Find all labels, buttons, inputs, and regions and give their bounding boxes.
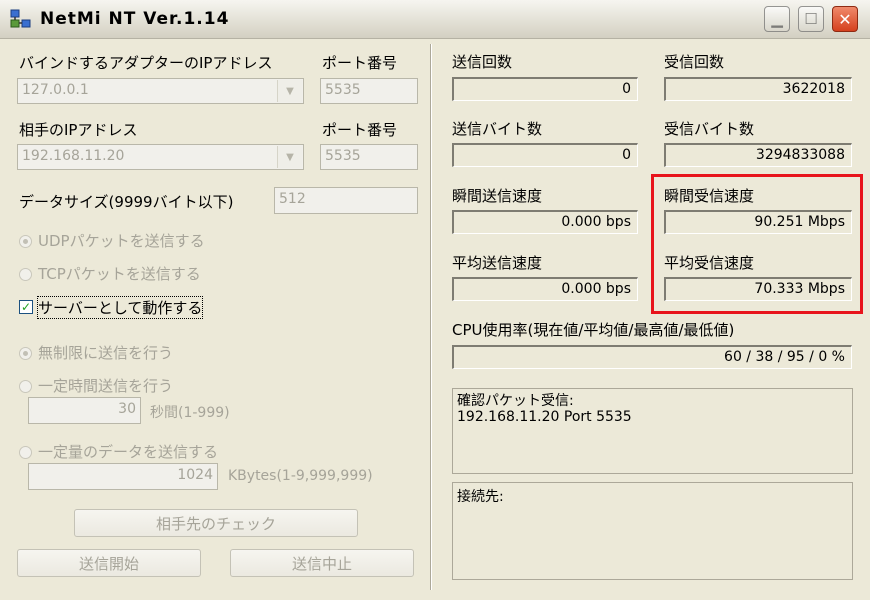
chevron-down-icon[interactable]: ▼ xyxy=(277,80,302,102)
cpu-value: 60 / 38 / 95 / 0 % xyxy=(452,345,852,369)
network-app-icon xyxy=(10,9,31,28)
bind-ip-value: 127.0.0.1 xyxy=(22,82,89,98)
amount-field[interactable]: 1024 xyxy=(28,463,218,490)
close-icon: ✕ xyxy=(838,9,852,29)
bind-ip-combo[interactable]: 127.0.0.1 ▼ xyxy=(17,78,304,104)
pane-divider xyxy=(430,44,432,590)
udp-radio[interactable] xyxy=(19,235,32,248)
tcp-label: TCPパケットを送信する xyxy=(38,265,201,283)
remote-ip-value: 192.168.11.20 xyxy=(22,148,125,164)
port-field-1[interactable]: 5535 xyxy=(320,78,418,104)
confirm-packet-panel: 確認パケット受信: 192.168.11.20 Port 5535 xyxy=(452,388,853,474)
check-remote-button[interactable]: 相手先のチェック xyxy=(74,509,358,537)
server-label: サーバーとして動作する xyxy=(36,296,204,319)
timed-unit: 秒間(1-999) xyxy=(150,405,230,421)
remote-ip-label: 相手のIPアドレス xyxy=(19,121,138,139)
minimize-button[interactable]: ▁ xyxy=(764,6,790,32)
send-start-button[interactable]: 送信開始 xyxy=(17,549,201,577)
app-window: NetMi NT Ver.1.14 ▁ ☐ ✕ バインドするアダプターのIPアド… xyxy=(0,0,870,600)
amount-unit: KBytes(1-9,999,999) xyxy=(228,468,373,484)
inst-send-label: 瞬間送信速度 xyxy=(452,187,543,205)
avg-send-value: 0.000 bps xyxy=(452,277,638,301)
unlimited-label: 無制限に送信を行う xyxy=(38,344,174,362)
tcp-radio[interactable] xyxy=(19,268,32,281)
amount-label: 一定量のデータを送信する xyxy=(38,443,219,461)
recv-bytes-label: 受信バイト数 xyxy=(664,120,755,138)
port-label-1: ポート番号 xyxy=(322,54,398,72)
confirm-packet-text: 確認パケット受信: 192.168.11.20 Port 5535 xyxy=(457,393,632,425)
minimize-icon: ▁ xyxy=(771,10,783,28)
connection-panel: 接続先: xyxy=(452,482,853,580)
amount-radio[interactable] xyxy=(19,446,32,459)
server-checkbox[interactable]: ✓ xyxy=(19,300,33,314)
remote-ip-combo[interactable]: 192.168.11.20 ▼ xyxy=(17,144,304,170)
port-field-2[interactable]: 5535 xyxy=(320,144,418,170)
maximize-button[interactable]: ☐ xyxy=(798,6,824,32)
udp-label: UDPパケットを送信する xyxy=(38,232,205,250)
recv-count-label: 受信回数 xyxy=(664,53,725,71)
datasize-field[interactable]: 512 xyxy=(274,187,418,214)
chevron-down-icon[interactable]: ▼ xyxy=(277,146,302,168)
unlimited-radio[interactable] xyxy=(19,347,32,360)
inst-send-value: 0.000 bps xyxy=(452,210,638,234)
send-bytes-value: 0 xyxy=(452,143,638,167)
timed-field[interactable]: 30 xyxy=(28,397,141,424)
timed-radio[interactable] xyxy=(19,380,32,393)
recv-bytes-value: 3294833088 xyxy=(664,143,852,167)
connection-text: 接続先: xyxy=(457,489,504,505)
checkmark-icon: ✓ xyxy=(20,300,32,314)
cpu-label: CPU使用率(現在値/平均値/最高値/最低値) xyxy=(452,321,735,339)
window-title: NetMi NT Ver.1.14 xyxy=(40,9,230,29)
receive-speed-highlight xyxy=(651,174,863,314)
timed-label: 一定時間送信を行う xyxy=(38,377,174,395)
send-count-label: 送信回数 xyxy=(452,53,513,71)
avg-send-label: 平均送信速度 xyxy=(452,254,543,272)
datasize-label: データサイズ(9999バイト以下) xyxy=(19,193,234,211)
send-count-value: 0 xyxy=(452,77,638,101)
title-bar[interactable]: NetMi NT Ver.1.14 ▁ ☐ ✕ xyxy=(0,0,870,39)
send-bytes-label: 送信バイト数 xyxy=(452,120,543,138)
close-button[interactable]: ✕ xyxy=(832,6,858,32)
recv-count-value: 3622018 xyxy=(664,77,852,101)
maximize-icon: ☐ xyxy=(804,10,818,28)
send-stop-button[interactable]: 送信中止 xyxy=(230,549,414,577)
bind-ip-label: バインドするアダプターのIPアドレス xyxy=(19,54,273,72)
port-label-2: ポート番号 xyxy=(322,121,398,139)
